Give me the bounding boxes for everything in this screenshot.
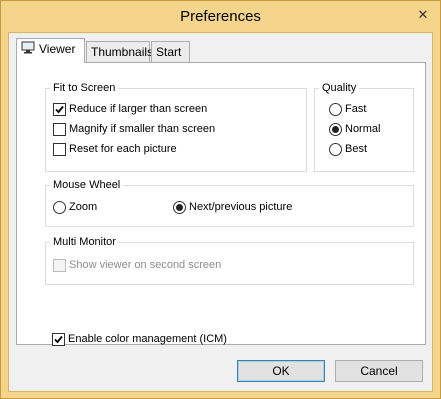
mouse-wheel-group: Mouse Wheel Zoom Next/previous picture bbox=[45, 178, 414, 227]
multi-monitor-title: Multi Monitor bbox=[50, 235, 119, 249]
fit-to-screen-group: Fit to Screen Reduce if larger than scre… bbox=[45, 81, 307, 172]
quality-normal-radio[interactable]: Normal bbox=[329, 122, 380, 136]
reduce-if-larger-label: Reduce if larger than screen bbox=[69, 103, 208, 115]
preferences-window: Preferences ✕ Viewer Thumbnails Start Fi… bbox=[0, 0, 441, 399]
tab-viewer[interactable]: Viewer bbox=[16, 38, 85, 63]
tab-thumbnails[interactable]: Thumbnails bbox=[86, 41, 154, 62]
radio-unselected-icon bbox=[53, 200, 66, 214]
wheel-zoom-radio[interactable]: Zoom bbox=[53, 200, 97, 214]
second-screen-checkbox[interactable]: Show viewer on second screen bbox=[53, 258, 221, 272]
radio-unselected-icon bbox=[329, 102, 342, 116]
checkbox-disabled-icon bbox=[53, 258, 66, 272]
wheel-next-previous-label: Next/previous picture bbox=[189, 201, 293, 213]
dialog-client-area: Viewer Thumbnails Start Fit to Screen Re… bbox=[8, 32, 433, 392]
quality-title: Quality bbox=[319, 81, 360, 95]
tab-thumbnails-label: Thumbnails bbox=[91, 45, 154, 59]
quality-fast-label: Fast bbox=[345, 103, 367, 115]
cancel-button[interactable]: Cancel bbox=[335, 360, 423, 382]
monitor-icon bbox=[21, 40, 35, 60]
reduce-if-larger-checkbox[interactable]: Reduce if larger than screen bbox=[53, 102, 207, 116]
magnify-if-smaller-checkbox[interactable]: Magnify if smaller than screen bbox=[53, 122, 215, 136]
quality-group: Quality Fast Normal Best bbox=[314, 81, 414, 172]
close-icon[interactable]: ✕ bbox=[411, 6, 435, 24]
radio-selected-icon bbox=[329, 122, 342, 136]
checkbox-checked-icon bbox=[53, 102, 66, 116]
reset-each-picture-checkbox[interactable]: Reset for each picture bbox=[53, 142, 177, 156]
quality-best-radio[interactable]: Best bbox=[329, 142, 367, 156]
checkbox-unchecked-icon bbox=[53, 122, 66, 136]
quality-normal-label: Normal bbox=[345, 123, 381, 135]
wheel-zoom-label: Zoom bbox=[69, 201, 98, 213]
checkbox-checked-icon bbox=[52, 332, 65, 346]
fit-to-screen-title: Fit to Screen bbox=[50, 81, 119, 95]
tab-start[interactable]: Start bbox=[151, 41, 190, 62]
wheel-next-previous-radio[interactable]: Next/previous picture bbox=[173, 200, 292, 214]
quality-best-label: Best bbox=[345, 143, 368, 155]
reset-each-picture-label: Reset for each picture bbox=[69, 143, 177, 155]
mouse-wheel-title: Mouse Wheel bbox=[50, 178, 124, 192]
color-management-checkbox[interactable]: Enable color management (ICM) bbox=[52, 332, 227, 346]
multi-monitor-group: Multi Monitor Show viewer on second scre… bbox=[45, 235, 414, 285]
viewer-tab-panel: Fit to Screen Reduce if larger than scre… bbox=[16, 62, 426, 346]
ok-button[interactable]: OK bbox=[237, 360, 325, 382]
color-management-label: Enable color management (ICM) bbox=[68, 333, 227, 345]
window-title: Preferences bbox=[180, 8, 261, 25]
second-screen-label: Show viewer on second screen bbox=[69, 259, 222, 271]
tab-viewer-label: Viewer bbox=[39, 42, 76, 56]
quality-fast-radio[interactable]: Fast bbox=[329, 102, 366, 116]
title-bar[interactable]: Preferences ✕ bbox=[1, 1, 440, 32]
checkbox-unchecked-icon bbox=[53, 142, 66, 156]
magnify-if-smaller-label: Magnify if smaller than screen bbox=[69, 123, 216, 135]
radio-unselected-icon bbox=[329, 142, 342, 156]
radio-selected-icon bbox=[173, 200, 186, 214]
tab-start-label: Start bbox=[156, 45, 182, 59]
